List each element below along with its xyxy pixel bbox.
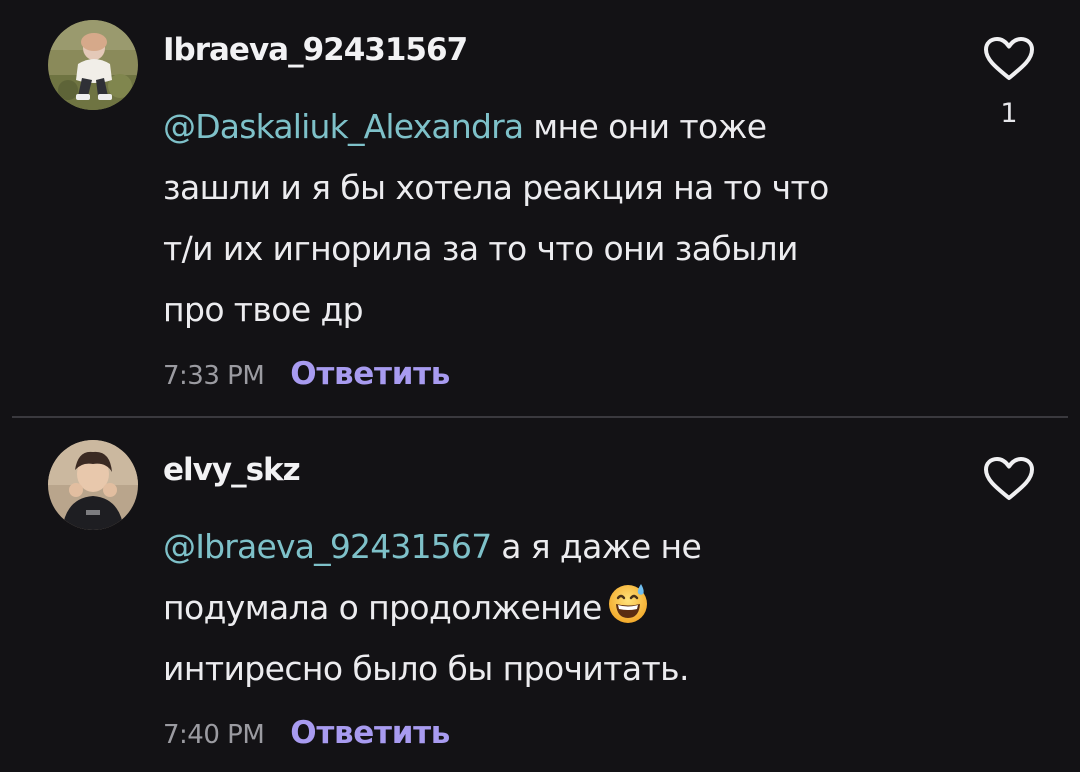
comment-username[interactable]: elvy_skz: [163, 450, 883, 494]
avatar[interactable]: [48, 20, 138, 110]
comment-text-line: мне они тоже: [523, 107, 767, 146]
comment-body: elvy_skz @Ibraeva_92431567 а я даже не п…: [163, 450, 883, 753]
avatar[interactable]: [48, 440, 138, 530]
comment-timestamp: 7:33 PM: [163, 361, 265, 391]
mention-link[interactable]: @Ibraeva_92431567: [163, 527, 492, 566]
comment-meta: 7:40 PM Ответить: [163, 713, 883, 753]
heart-outline-icon[interactable]: [983, 456, 1035, 502]
comment-timestamp: 7:40 PM: [163, 720, 265, 750]
reply-button[interactable]: Ответить: [290, 356, 450, 392]
comment-text-line: про твое др: [163, 290, 364, 329]
comment-text-line: зашли и я бы хотела реакция на то что: [163, 168, 829, 207]
comment-body: Ibraeva_92431567 @Daskaliuk_Alexandra мн…: [163, 30, 883, 394]
comment-meta: 7:33 PM Ответить: [163, 354, 883, 394]
comment-text-line: т/и их игнорила за то что они забыли: [163, 229, 798, 268]
comment-text-line: а я даже не: [491, 527, 702, 566]
grinning-face-with-sweat-icon: [606, 581, 650, 625]
comment-username[interactable]: Ibraeva_92431567: [163, 30, 883, 74]
reply-button[interactable]: Ответить: [290, 715, 450, 751]
comment-item: elvy_skz @Ibraeva_92431567 а я даже не п…: [0, 420, 1080, 772]
comment-text-line: подумала о продолжение: [163, 588, 602, 627]
comment-divider: [12, 416, 1068, 418]
comments-screen: Ibraeva_92431567 @Daskaliuk_Alexandra мн…: [0, 0, 1080, 772]
heart-outline-icon[interactable]: [983, 36, 1035, 82]
comment-text: @Ibraeva_92431567 а я даже не подумала о…: [163, 516, 883, 699]
mention-link[interactable]: @Daskaliuk_Alexandra: [163, 107, 524, 146]
like-count: 1: [1000, 98, 1018, 129]
comment-item: Ibraeva_92431567 @Daskaliuk_Alexandra мн…: [0, 0, 1080, 415]
comment-text-line: интиресно было бы прочитать.: [163, 649, 689, 688]
comment-text: @Daskaliuk_Alexandra мне они тоже зашли …: [163, 96, 883, 340]
